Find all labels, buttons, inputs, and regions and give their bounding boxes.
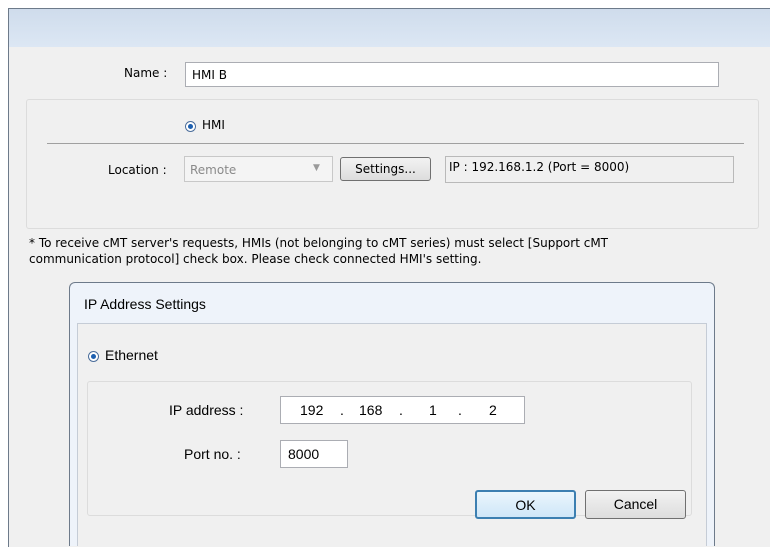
ip-octet-4: 2 xyxy=(489,402,497,418)
dialog-client-area: Ethernet IP address : 192 . 168 . 1 . 2 … xyxy=(77,323,707,546)
ip-address-label: IP address : xyxy=(169,402,244,418)
location-select-value: Remote xyxy=(190,163,237,177)
ip-dot: . xyxy=(399,402,403,418)
port-input-value: 8000 xyxy=(288,446,320,462)
note-line-1: * To receive cMT server's requests, HMIs… xyxy=(29,236,609,250)
ip-octet-3: 1 xyxy=(429,402,437,418)
name-label: Name : xyxy=(124,66,168,80)
ip-summary-text: IP : 192.168.1.2 (Port = 8000) xyxy=(449,160,630,174)
chevron-down-icon: ▼ xyxy=(313,163,320,173)
hmi-radio-label: HMI xyxy=(202,118,225,132)
ip-octet-2: 168 xyxy=(359,402,383,418)
name-input-value: HMI B xyxy=(192,68,227,82)
cancel-button[interactable]: Cancel xyxy=(585,490,686,519)
ip-dot: . xyxy=(458,402,462,418)
ip-octet-1: 192 xyxy=(300,402,324,418)
port-input[interactable]: 8000 xyxy=(280,440,348,468)
divider xyxy=(47,143,744,144)
port-label: Port no. : xyxy=(184,446,241,462)
window-title-bar[interactable] xyxy=(9,9,770,47)
ip-dot: . xyxy=(340,402,344,418)
hmi-settings-group: HMI Location : Remote ▼ Settings... IP :… xyxy=(26,99,759,229)
location-select[interactable]: Remote ▼ xyxy=(184,156,333,182)
dialog-title: IP Address Settings xyxy=(84,296,206,312)
ethernet-radio[interactable] xyxy=(88,351,99,362)
location-label: Location : xyxy=(108,163,167,177)
name-input[interactable]: HMI B xyxy=(185,62,719,87)
ok-button[interactable]: OK xyxy=(475,490,576,519)
ip-summary-field: IP : 192.168.1.2 (Port = 8000) xyxy=(445,156,734,183)
ip-address-settings-dialog: IP Address Settings Ethernet IP address … xyxy=(69,282,715,546)
settings-button[interactable]: Settings... xyxy=(340,157,431,181)
ethernet-radio-label: Ethernet xyxy=(105,347,158,363)
note-line-2: communication protocol] check box. Pleas… xyxy=(29,252,482,266)
hmi-radio[interactable] xyxy=(185,121,196,132)
ip-address-input[interactable]: 192 . 168 . 1 . 2 xyxy=(280,396,525,424)
